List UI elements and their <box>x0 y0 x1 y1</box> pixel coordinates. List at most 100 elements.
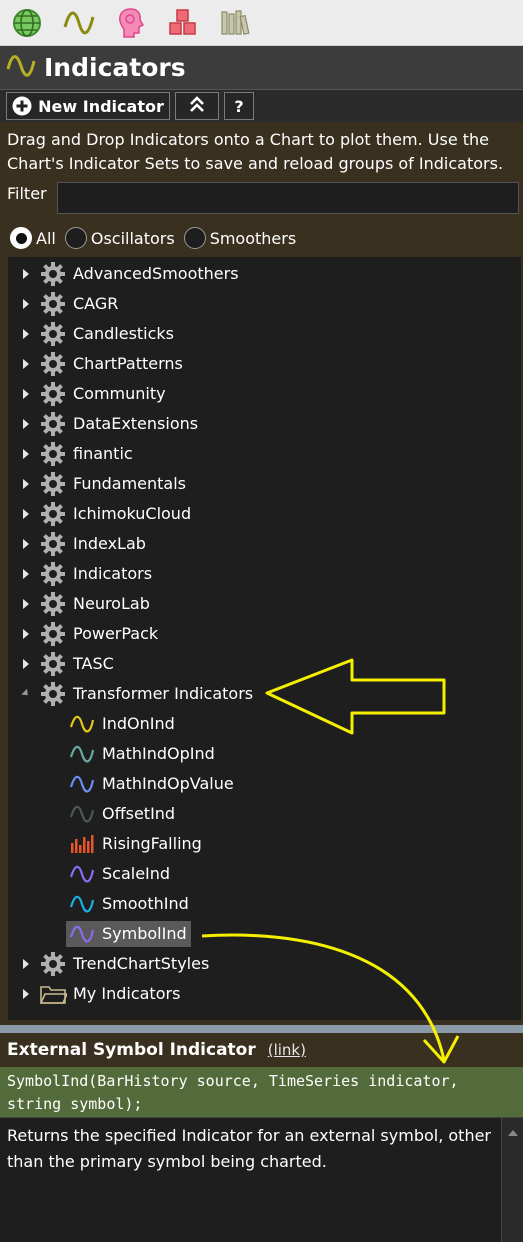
books-icon[interactable] <box>218 6 252 40</box>
wave-icon <box>68 771 96 797</box>
cubes-icon[interactable] <box>166 6 200 40</box>
tree-item-label: MathIndOpInd <box>102 744 215 763</box>
expand-arrow-icon[interactable] <box>23 299 29 309</box>
tree-item-label: My Indicators <box>73 984 181 1003</box>
folder-icon <box>39 981 67 1007</box>
expand-arrow-icon[interactable] <box>23 269 29 279</box>
tree-item-indicator[interactable]: OffsetInd <box>8 799 521 829</box>
expand-arrow-icon[interactable] <box>23 389 29 399</box>
expand-arrow-icon[interactable] <box>23 989 29 999</box>
splitter[interactable] <box>0 1025 523 1033</box>
expand-arrow-icon[interactable] <box>23 959 29 969</box>
expand-arrow-icon[interactable] <box>23 629 29 639</box>
tree-item-indicator[interactable]: IndOnInd <box>8 709 521 739</box>
expand-arrow-icon[interactable] <box>23 419 29 429</box>
expand-arrow-icon[interactable] <box>23 539 29 549</box>
wave-icon[interactable] <box>62 6 96 40</box>
tree-item-label: MathIndOpValue <box>102 774 234 793</box>
wave-icon <box>68 861 96 887</box>
tree-item-library[interactable]: CAGR <box>8 289 521 319</box>
expand-arrow-icon[interactable] <box>23 479 29 489</box>
tree-item-label: SymbolInd <box>102 924 187 943</box>
radio-label: Smoothers <box>209 228 297 248</box>
radio-label: All <box>36 228 56 248</box>
scroll-up-icon[interactable] <box>508 1130 518 1136</box>
tree-item-library[interactable]: Indicators <box>8 559 521 589</box>
wave-icon <box>68 891 96 917</box>
expand-arrow-icon[interactable] <box>23 509 29 519</box>
filter-input[interactable] <box>57 182 519 214</box>
gear-icon <box>39 501 67 527</box>
radio-all[interactable]: All <box>10 227 56 249</box>
tree-item-label: finantic <box>73 444 133 463</box>
gear-icon <box>39 621 67 647</box>
tree-item-label: Transformer Indicators <box>73 684 254 703</box>
tree-item-library[interactable]: DataExtensions <box>8 409 521 439</box>
gear-icon <box>39 531 67 557</box>
expand-arrow-icon[interactable] <box>23 569 29 579</box>
globe-icon[interactable] <box>10 6 44 40</box>
tree-item-library[interactable]: PowerPack <box>8 619 521 649</box>
gear-icon <box>39 261 67 287</box>
indicator-signature: SymbolInd(BarHistory source, TimeSeries … <box>0 1067 523 1117</box>
tree-item-indicator[interactable]: MathIndOpInd <box>8 739 521 769</box>
expand-arrow-icon[interactable] <box>23 329 29 339</box>
tree-item-indicator[interactable]: ScaleInd <box>8 859 521 889</box>
indicator-tree[interactable]: AdvancedSmoothers CAGR Candlesticks ChartPa… <box>8 257 521 1020</box>
double-chevron-up-icon <box>189 95 205 117</box>
tree-item-indicator[interactable]: SmoothInd <box>8 889 521 919</box>
tree-item-library[interactable]: TASC <box>8 649 521 679</box>
expand-arrow-icon[interactable] <box>23 659 29 669</box>
expand-arrow-icon[interactable] <box>23 449 29 459</box>
brain-icon[interactable] <box>114 6 148 40</box>
tree-item-label: CAGR <box>73 294 119 313</box>
tree-item-label: AdvancedSmoothers <box>73 264 239 283</box>
tree-item-label: IndexLab <box>73 534 146 553</box>
radio-smoothers[interactable]: Smoothers <box>183 227 297 249</box>
tree-item-label: SmoothInd <box>102 894 189 913</box>
new-indicator-label: New Indicator <box>38 96 164 116</box>
wave-icon <box>68 921 96 947</box>
radio-dot <box>183 227 206 249</box>
collapse-all-button[interactable] <box>175 92 219 120</box>
tree-item-indicator[interactable]: RisingFalling <box>8 829 521 859</box>
expanded-arrow-icon[interactable] <box>21 688 31 699</box>
tree-item-library[interactable]: AdvancedSmoothers <box>8 259 521 289</box>
tree-item-library-expanded[interactable]: Transformer Indicators <box>8 679 521 709</box>
top-icon-bar <box>0 0 523 46</box>
tree-item-label: DataExtensions <box>73 414 199 433</box>
help-button[interactable]: ? <box>224 92 254 120</box>
panel-description: Drag and Drop Indicators onto a Chart to… <box>7 130 504 173</box>
gear-icon <box>39 381 67 407</box>
panel-titlebar: Indicators <box>0 46 523 90</box>
tree-item-library[interactable]: IchimokuCloud <box>8 499 521 529</box>
filter-label: Filter <box>7 184 47 203</box>
help-label: ? <box>234 96 244 116</box>
description-scrollbar[interactable] <box>501 1118 523 1242</box>
tree-item-label: Community <box>73 384 166 403</box>
new-indicator-button[interactable]: New Indicator <box>6 92 170 120</box>
tree-item-library[interactable]: Fundamentals <box>8 469 521 499</box>
tree-item-library[interactable]: finantic <box>8 439 521 469</box>
tree-item-library[interactable]: Community <box>8 379 521 409</box>
indicator-info-link[interactable]: (link) <box>268 1041 306 1059</box>
tree-item-library[interactable]: ChartPatterns <box>8 349 521 379</box>
radio-oscillators[interactable]: Oscillators <box>64 227 175 249</box>
tree-item-library[interactable]: NeuroLab <box>8 589 521 619</box>
tree-item-library[interactable]: Candlesticks <box>8 319 521 349</box>
tree-item-label: NeuroLab <box>73 594 150 613</box>
expand-arrow-icon[interactable] <box>23 359 29 369</box>
tree-item-label: TrendChartStyles <box>73 954 210 973</box>
expand-arrow-icon[interactable] <box>23 599 29 609</box>
tree-item-library[interactable]: My Indicators <box>8 979 521 1009</box>
tree-item-indicator[interactable]: MathIndOpValue <box>8 769 521 799</box>
tree-item-label: RisingFalling <box>102 834 202 853</box>
radio-dot <box>64 227 87 249</box>
tree-item-indicator[interactable]: SymbolInd <box>8 919 521 949</box>
indicator-description-box: Returns the specified Indicator for an e… <box>0 1117 523 1242</box>
gear-icon <box>39 561 67 587</box>
gear-icon <box>39 471 67 497</box>
tree-item-label: PowerPack <box>73 624 159 643</box>
tree-item-library[interactable]: TrendChartStyles <box>8 949 521 979</box>
tree-item-library[interactable]: IndexLab <box>8 529 521 559</box>
